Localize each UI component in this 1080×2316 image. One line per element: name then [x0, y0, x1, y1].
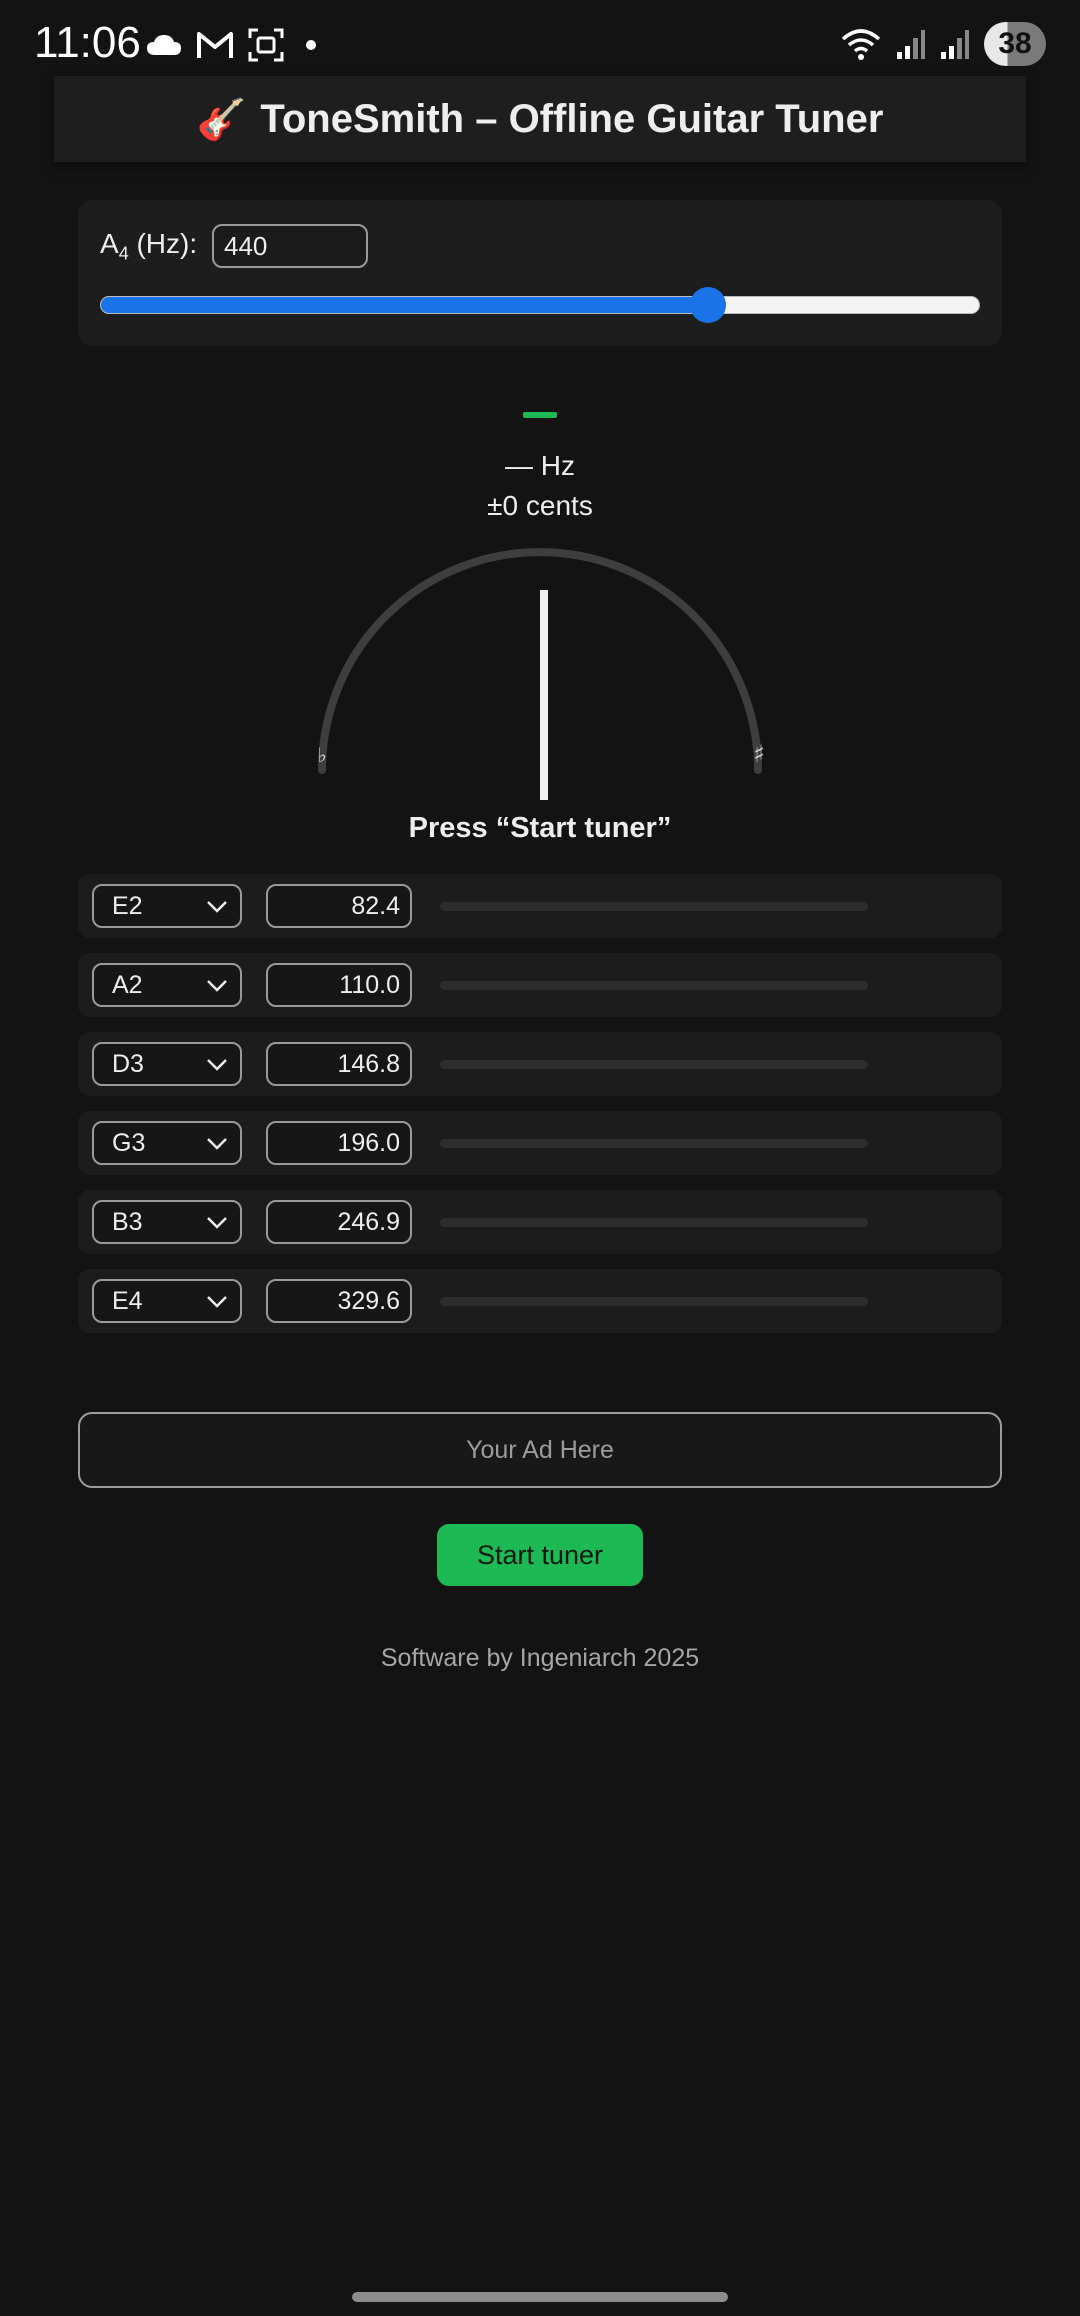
- chevron-down-icon: [207, 1059, 227, 1071]
- string-note-label: E2: [112, 891, 143, 920]
- chevron-down-icon: [207, 1138, 227, 1150]
- string-note-label: B3: [112, 1207, 143, 1236]
- string-note-label: E4: [112, 1286, 143, 1315]
- string-level-meter: [440, 1139, 868, 1148]
- string-frequency-field[interactable]: 82.4: [266, 884, 412, 928]
- screenshot-icon: [248, 28, 284, 62]
- string-row: B3 246.9: [78, 1190, 1002, 1254]
- signal-icon: [897, 30, 925, 59]
- notification-dot-icon: [306, 40, 316, 50]
- string-frequency-field[interactable]: 246.9: [266, 1200, 412, 1244]
- reference-label: A4 (Hz):: [100, 228, 198, 264]
- guitar-icon: 🎸: [196, 97, 247, 142]
- flat-symbol: ♭: [317, 743, 326, 767]
- string-note-select[interactable]: E4: [92, 1279, 242, 1323]
- sharp-symbol: ♯: [753, 740, 765, 768]
- gauge-needle: [540, 590, 548, 800]
- string-level-meter: [440, 902, 868, 911]
- footer-credit: Software by Ingeniarch 2025: [380, 1644, 700, 1672]
- gmail-icon: [197, 32, 233, 58]
- reference-hz-input[interactable]: [212, 224, 368, 268]
- string-row: E4 329.6: [78, 1269, 1002, 1333]
- start-tuner-button[interactable]: Start tuner: [437, 1524, 643, 1586]
- cents-readout: ±0 cents: [487, 490, 593, 521]
- chevron-down-icon: [207, 1296, 227, 1308]
- battery-indicator: 38: [984, 22, 1046, 66]
- frequency-readout: — Hz: [505, 450, 575, 481]
- string-note-select[interactable]: D3: [92, 1042, 242, 1086]
- status-right-icons: 38: [840, 22, 1046, 66]
- string-row: E2 82.4: [78, 874, 1002, 938]
- status-time: 11:06: [34, 18, 141, 67]
- reference-slider[interactable]: [100, 287, 980, 323]
- string-level-meter: [440, 981, 868, 990]
- reference-pitch-card: A4 (Hz):: [78, 200, 1002, 346]
- string-note-select[interactable]: E2: [92, 884, 242, 928]
- string-level-meter: [440, 1297, 868, 1306]
- chevron-down-icon: [207, 1217, 227, 1229]
- chevron-down-icon: [207, 980, 227, 992]
- wifi-icon: [841, 29, 881, 60]
- tuner-status: Press “Start tuner”: [408, 812, 672, 844]
- string-level-meter: [440, 1218, 868, 1227]
- string-note-label: G3: [112, 1128, 146, 1157]
- app-title: ToneSmith – Offline Guitar Tuner: [260, 96, 884, 141]
- string-frequency-field[interactable]: 110.0: [266, 963, 412, 1007]
- string-note-select[interactable]: G3: [92, 1121, 242, 1165]
- cloud-icon: [147, 35, 181, 55]
- string-note-select[interactable]: B3: [92, 1200, 242, 1244]
- string-level-meter: [440, 1060, 868, 1069]
- app-header: 🎸 ToneSmith – Offline Guitar Tuner: [54, 76, 1026, 162]
- string-row: D3 146.8: [78, 1032, 1002, 1096]
- chevron-down-icon: [207, 901, 227, 913]
- ad-banner[interactable]: Your Ad Here: [78, 1412, 1002, 1488]
- signal-icon: [941, 30, 969, 59]
- slider-thumb[interactable]: [690, 287, 727, 323]
- note-indicator: [523, 412, 557, 418]
- tuning-gauge: ♭ ♯: [317, 548, 765, 800]
- home-indicator[interactable]: [352, 2292, 728, 2302]
- status-left-icons: [146, 28, 316, 62]
- string-frequency-field[interactable]: 146.8: [266, 1042, 412, 1086]
- string-frequency-field[interactable]: 196.0: [266, 1121, 412, 1165]
- string-frequency-field[interactable]: 329.6: [266, 1279, 412, 1323]
- string-note-label: A2: [112, 970, 143, 999]
- slider-fill: [101, 297, 709, 313]
- string-note-select[interactable]: A2: [92, 963, 242, 1007]
- string-note-label: D3: [112, 1049, 144, 1078]
- string-row: A2 110.0: [78, 953, 1002, 1017]
- string-row: G3 196.0: [78, 1111, 1002, 1175]
